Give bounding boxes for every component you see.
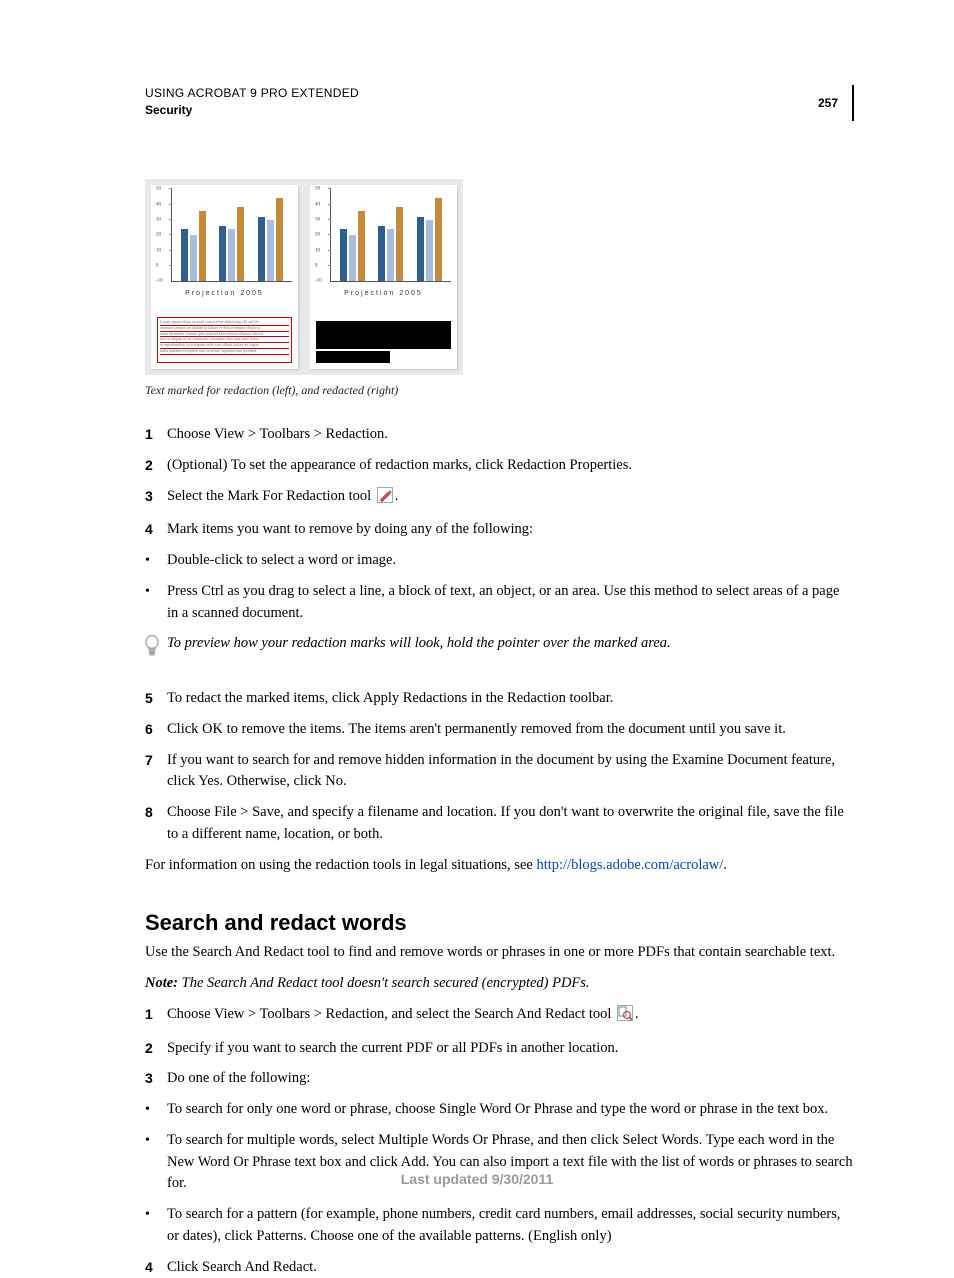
- step-item: 1Choose View > Toolbars > Redaction, and…: [145, 1004, 854, 1029]
- redaction-marked-text: Lorem ipsum dolor sit amet consectetur a…: [157, 317, 292, 363]
- redaction-figure: 50 40 30 20 10 0 -10 Projection 2005 Lor: [145, 179, 463, 375]
- acrolaw-link[interactable]: http://blogs.adobe.com/acrolaw/: [536, 857, 723, 873]
- paragraph: For information on using the redaction t…: [145, 855, 854, 877]
- footer-updated: Last updated 9/30/2011: [0, 1171, 954, 1187]
- mark-for-redaction-icon: [377, 487, 393, 511]
- step-item: 7If you want to search for and remove hi…: [145, 750, 854, 794]
- step-item: 4Mark items you want to remove by doing …: [145, 519, 854, 541]
- step-item: 5To redact the marked items, click Apply…: [145, 688, 854, 710]
- page-number-divider: [852, 85, 854, 121]
- chart-title-left: Projection 2005: [157, 282, 292, 301]
- step-item: 2Specify if you want to search the curre…: [145, 1038, 854, 1060]
- paragraph: Use the Search And Redact tool to find a…: [145, 942, 854, 964]
- step-item: 2(Optional) To set the appearance of red…: [145, 455, 854, 477]
- lightbulb-icon: [145, 633, 167, 665]
- redaction-applied-block: [316, 321, 451, 363]
- bar-chart-left: 50 40 30 20 10 0 -10: [171, 189, 292, 282]
- search-and-redact-icon: [617, 1005, 633, 1029]
- section-heading: Search and redact words: [145, 910, 854, 936]
- doc-title: USING ACROBAT 9 PRO EXTENDED: [145, 85, 359, 102]
- tip-row: To preview how your redaction marks will…: [145, 633, 854, 665]
- doc-section: Security: [145, 102, 359, 119]
- figure-panel-redacted: 50 40 30 20 10 0 -10 Projection 2005: [310, 185, 457, 369]
- step-item: 8Choose File > Save, and specify a filen…: [145, 802, 854, 846]
- bullet-item: •To search for a pattern (for example, p…: [145, 1204, 854, 1248]
- figure-panel-marked: 50 40 30 20 10 0 -10 Projection 2005 Lor: [151, 185, 298, 369]
- bullet-item: •Press Ctrl as you drag to select a line…: [145, 581, 854, 625]
- bar-chart-right: 50 40 30 20 10 0 -10: [330, 189, 451, 282]
- page-number: 257: [818, 96, 838, 110]
- page-header: USING ACROBAT 9 PRO EXTENDED Security 25…: [145, 85, 854, 121]
- step-item: 3Do one of the following:: [145, 1068, 854, 1090]
- note: Note: The Search And Redact tool doesn't…: [145, 973, 854, 995]
- step-item: 3Select the Mark For Redaction tool .: [145, 486, 854, 511]
- bullet-item: •To search for only one word or phrase, …: [145, 1099, 854, 1121]
- chart-title-right: Projection 2005: [316, 282, 451, 301]
- step-item: 4Click Search And Redact.: [145, 1257, 854, 1278]
- figure-caption: Text marked for redaction (left), and re…: [145, 383, 854, 398]
- bullet-item: •Double-click to select a word or image.: [145, 550, 854, 572]
- step-item: 6Click OK to remove the items. The items…: [145, 719, 854, 741]
- step-item: 1Choose View > Toolbars > Redaction.: [145, 424, 854, 446]
